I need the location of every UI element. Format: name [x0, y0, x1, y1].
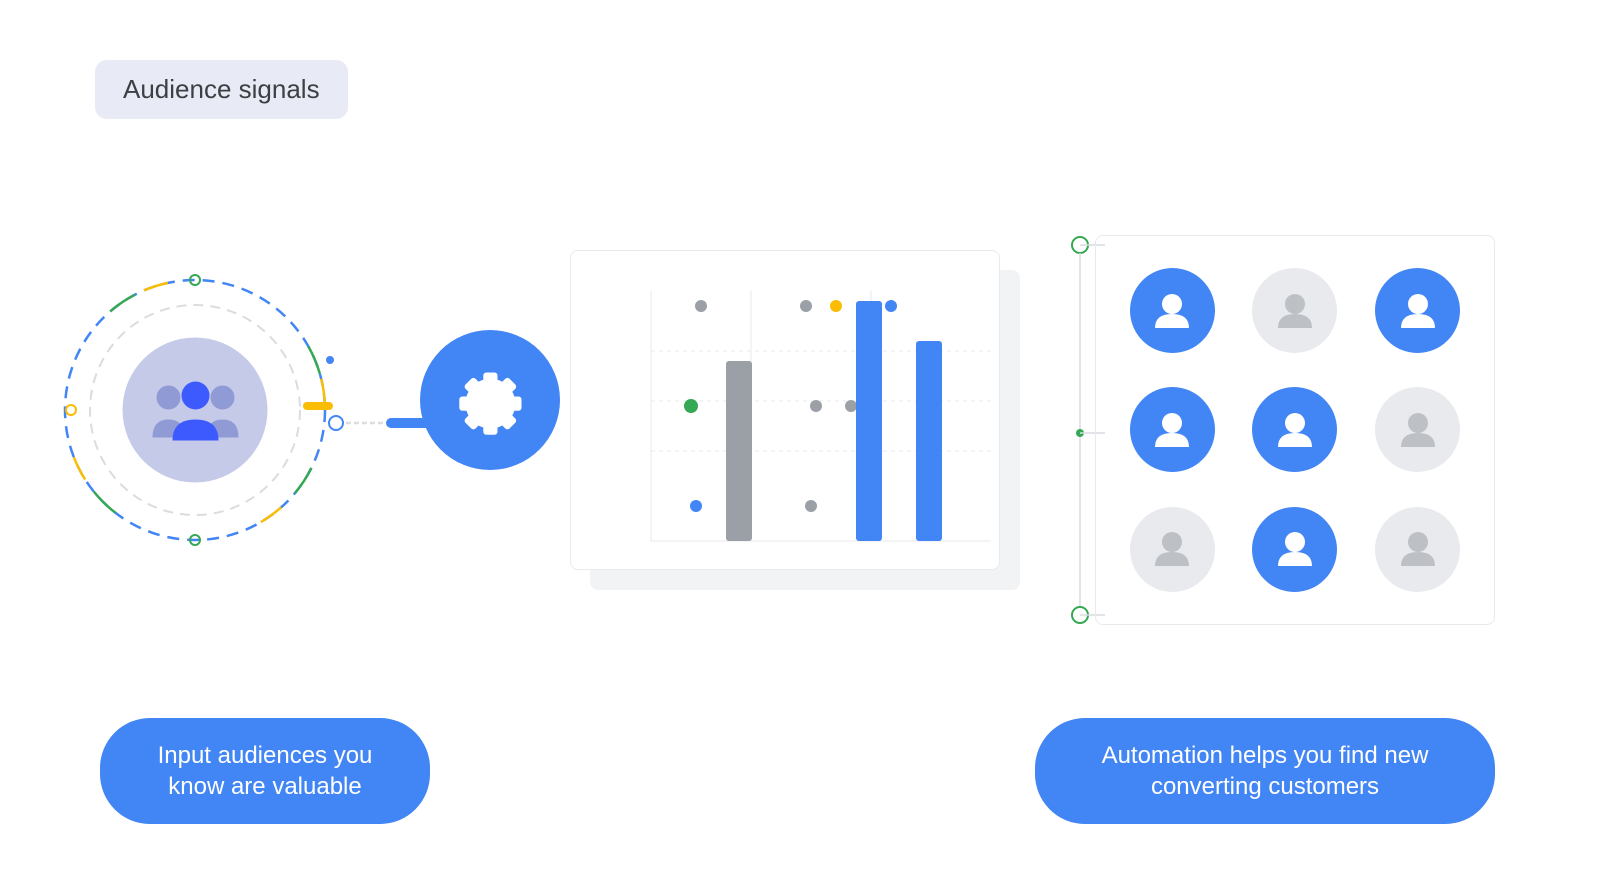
user-icon-9: [1393, 524, 1443, 574]
audience-signals-badge: Audience signals: [95, 60, 348, 119]
user-avatar-9: [1375, 507, 1460, 592]
user-icon-2: [1270, 286, 1320, 336]
input-audiences-button[interactable]: Input audiences you know are valuable: [100, 718, 430, 824]
user-avatar-6: [1375, 387, 1460, 472]
user-icon-4: [1147, 405, 1197, 455]
input-audiences-label: Input audiences you know are valuable: [158, 742, 373, 800]
user-avatar-1: [1130, 268, 1215, 353]
user-icon-7: [1147, 524, 1197, 574]
user-grid: [1095, 235, 1495, 625]
automation-label: Automation helps you find new converting…: [1102, 742, 1429, 800]
user-icon-1: [1147, 286, 1197, 336]
user-avatar-7: [1130, 507, 1215, 592]
chart-panel: [570, 230, 1030, 590]
audience-circle-section: [55, 270, 335, 550]
gear-section: [420, 330, 560, 470]
center-audience-circle: [123, 338, 268, 483]
chart-svg: [571, 251, 1000, 570]
user-avatar-8: [1252, 507, 1337, 592]
user-icon-5: [1270, 405, 1320, 455]
people-icon: [150, 375, 240, 445]
audience-circle-container: [55, 270, 335, 550]
user-icon-6: [1393, 405, 1443, 455]
user-avatar-2: [1252, 268, 1337, 353]
gear-icon: [448, 358, 533, 443]
user-avatar-4: [1130, 387, 1215, 472]
chart-foreground: [570, 250, 1000, 570]
automation-button[interactable]: Automation helps you find new converting…: [1035, 718, 1495, 824]
gear-circle: [420, 330, 560, 470]
user-icon-3: [1393, 286, 1443, 336]
user-avatar-3: [1375, 268, 1460, 353]
badge-label: Audience signals: [123, 74, 320, 104]
user-icon-8: [1270, 524, 1320, 574]
user-avatar-5: [1252, 387, 1337, 472]
